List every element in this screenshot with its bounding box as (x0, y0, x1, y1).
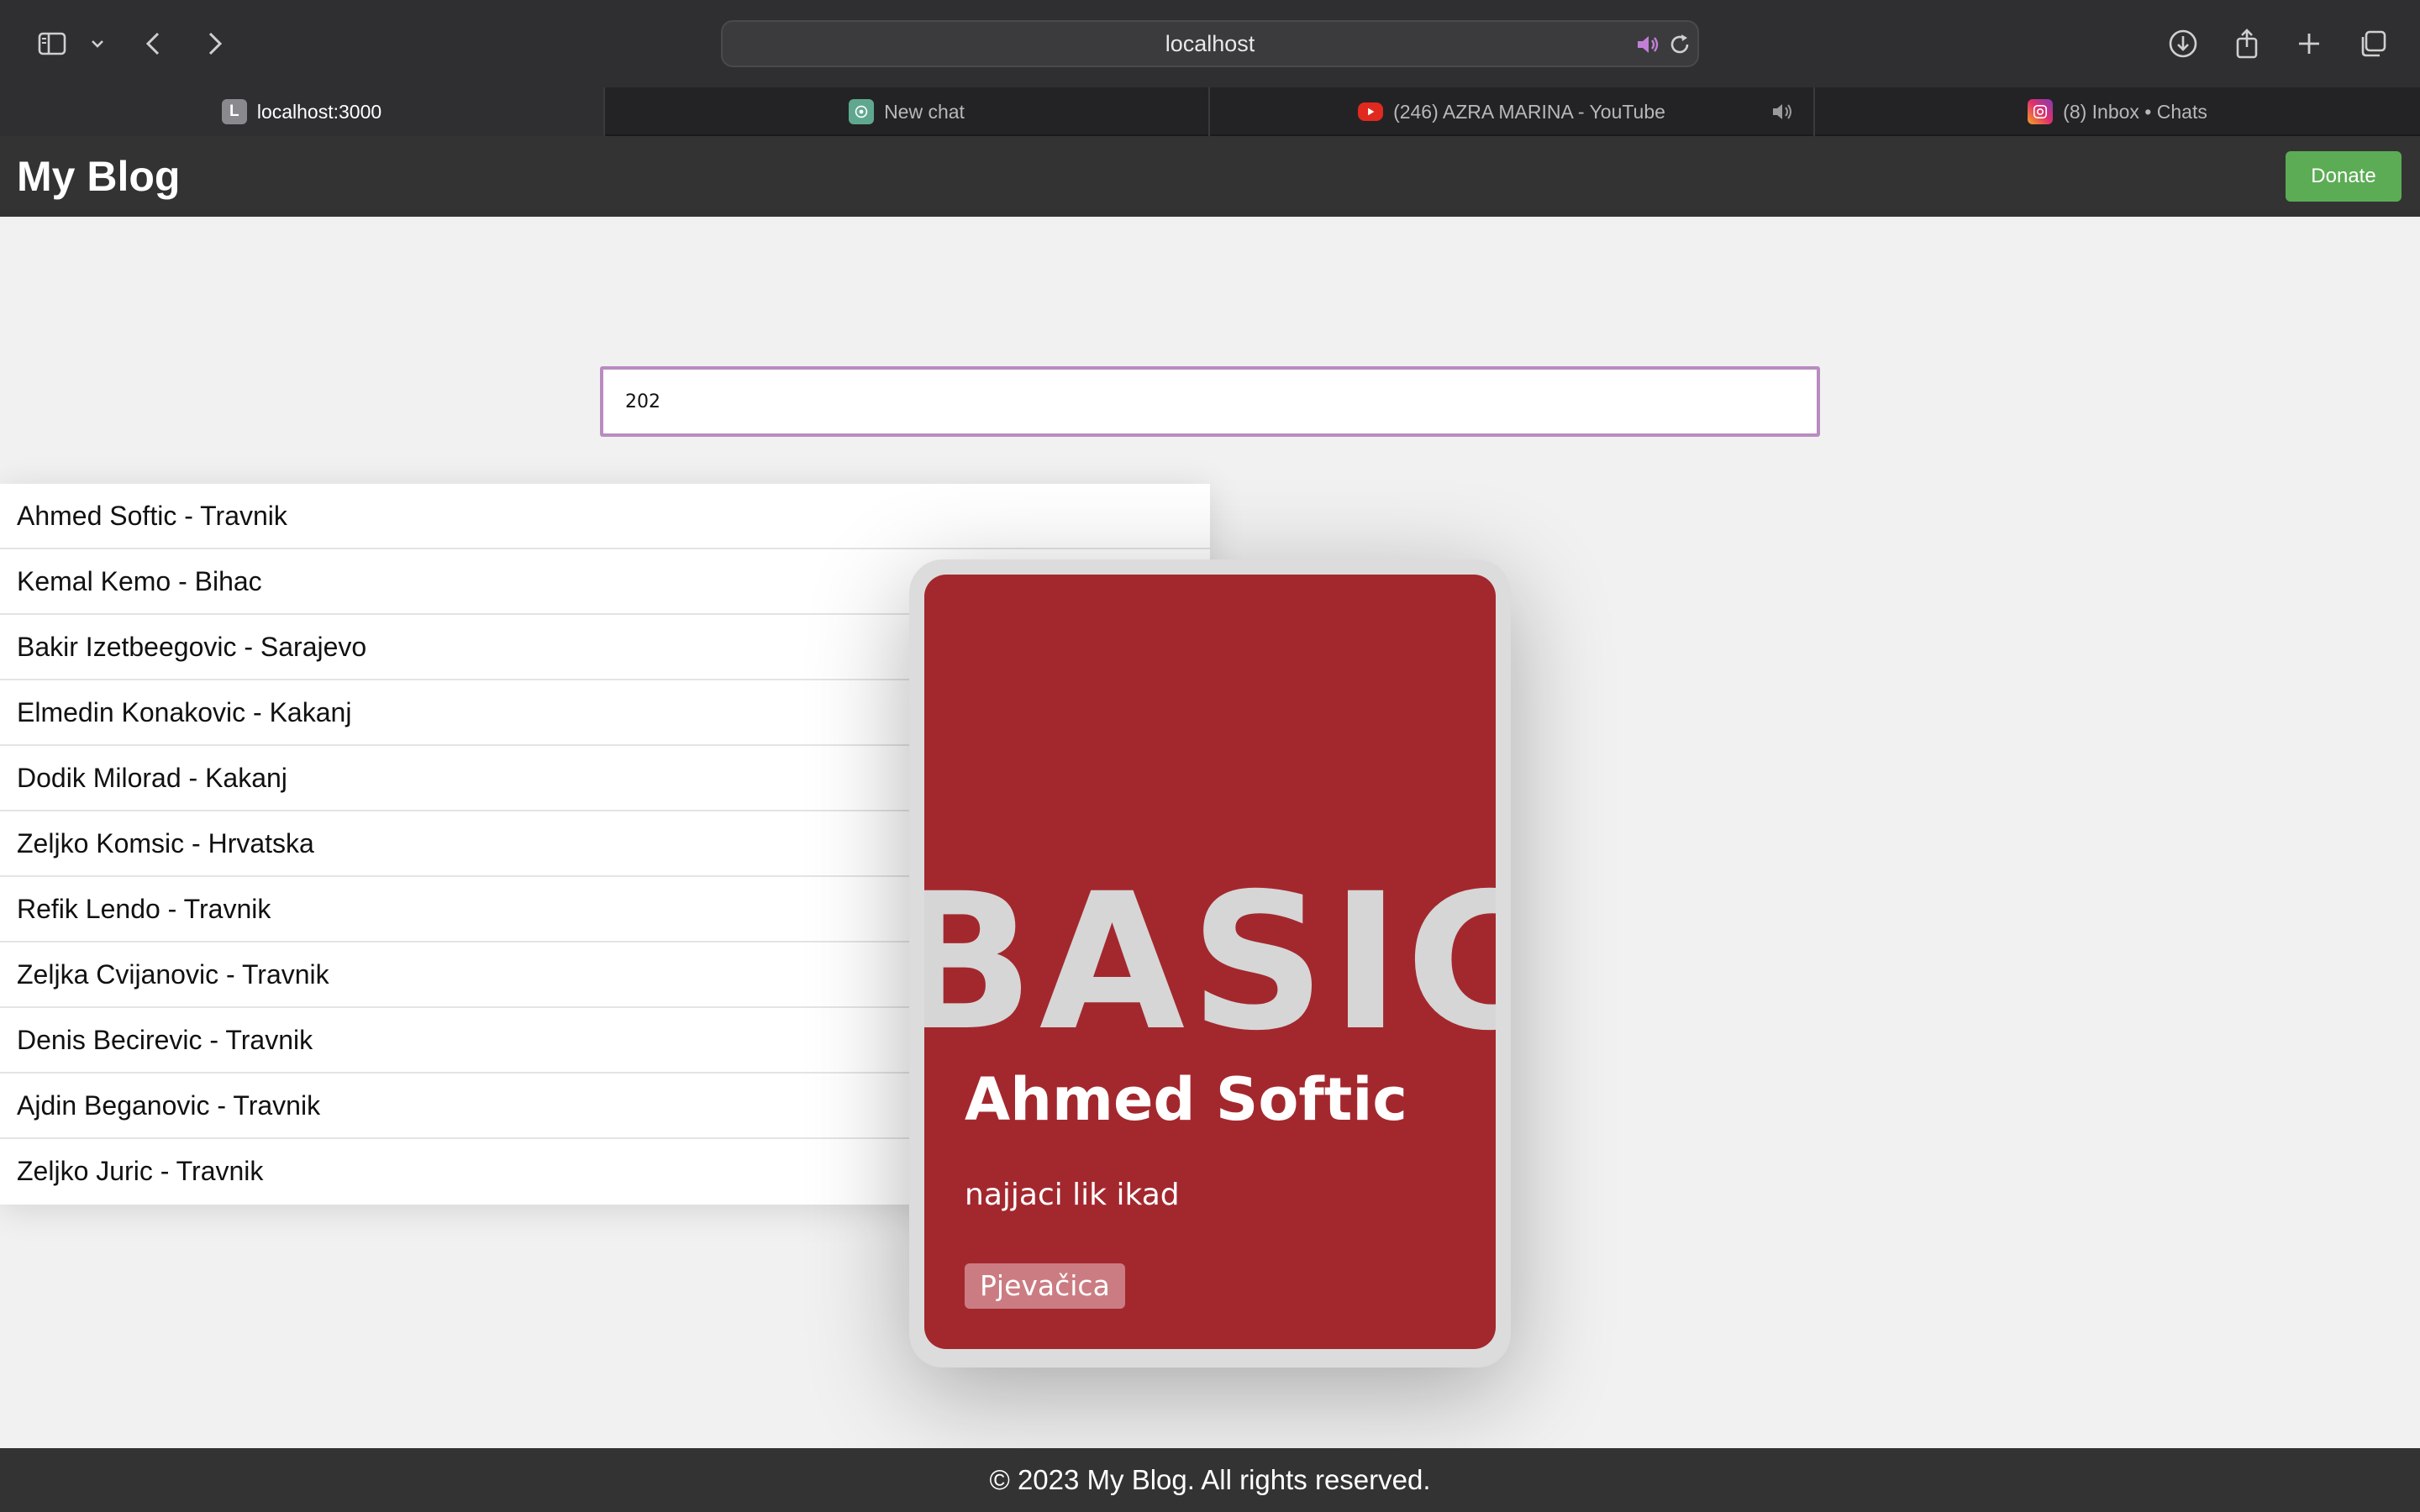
forward-icon[interactable] (192, 22, 235, 66)
browser-toolbar: localhost (0, 0, 2420, 87)
tab-overview-icon[interactable] (2351, 22, 2395, 66)
back-icon[interactable] (133, 22, 176, 66)
tab-localhost[interactable]: L localhost:3000 (0, 87, 605, 136)
new-tab-icon[interactable] (2287, 22, 2331, 66)
download-icon[interactable] (2161, 22, 2205, 66)
tab-instagram[interactable]: (8) Inbox • Chats (1815, 87, 2420, 136)
site-header: My Blog Donate (0, 136, 2420, 217)
tab-title: (246) AZRA MARINA - YouTube (1393, 100, 1665, 123)
speaker-icon[interactable] (1634, 30, 1662, 59)
site-footer: © 2023 My Blog. All rights reserved. (0, 1448, 2420, 1512)
share-icon[interactable] (2225, 22, 2269, 66)
card-tag-badge: Pjevačica (965, 1263, 1125, 1309)
chevron-down-icon[interactable] (79, 22, 116, 66)
tab-bar: L localhost:3000 New chat (246) AZRA MAR… (0, 87, 2420, 136)
card-background-image: BASIC (924, 853, 1496, 1072)
tab-youtube[interactable]: (246) AZRA MARINA - YouTube (1210, 87, 1815, 136)
site-title[interactable]: My Blog (17, 148, 180, 205)
chatgpt-icon (849, 99, 875, 124)
localhost-favicon-icon: L (221, 99, 247, 124)
address-bar[interactable]: localhost (721, 20, 1699, 67)
tab-title: New chat (884, 100, 965, 123)
search-input[interactable] (600, 366, 1820, 437)
youtube-icon (1358, 102, 1384, 121)
tab-title: localhost:3000 (256, 100, 382, 123)
donate-button[interactable]: Donate (2286, 151, 2402, 202)
profile-card[interactable]: BASIC Ahmed Softic najjaci lik ikad Pjev… (924, 575, 1496, 1349)
tab-new-chat[interactable]: New chat (605, 87, 1210, 136)
reload-icon[interactable] (1665, 30, 1694, 59)
sidebar-toggle-icon[interactable] (30, 22, 74, 66)
tab-audio-icon[interactable] (1770, 99, 1795, 124)
instagram-icon (2028, 99, 2054, 124)
tab-title: (8) Inbox • Chats (2063, 100, 2207, 123)
list-item[interactable]: Ahmed Softic - Travnik (0, 484, 1210, 549)
card-description: najjaci lik ikad (965, 1178, 1180, 1212)
url-text: localhost (1165, 31, 1255, 56)
profile-card-frame: BASIC Ahmed Softic najjaci lik ikad Pjev… (909, 559, 1511, 1368)
card-name: Ahmed Softic (965, 1065, 1407, 1134)
